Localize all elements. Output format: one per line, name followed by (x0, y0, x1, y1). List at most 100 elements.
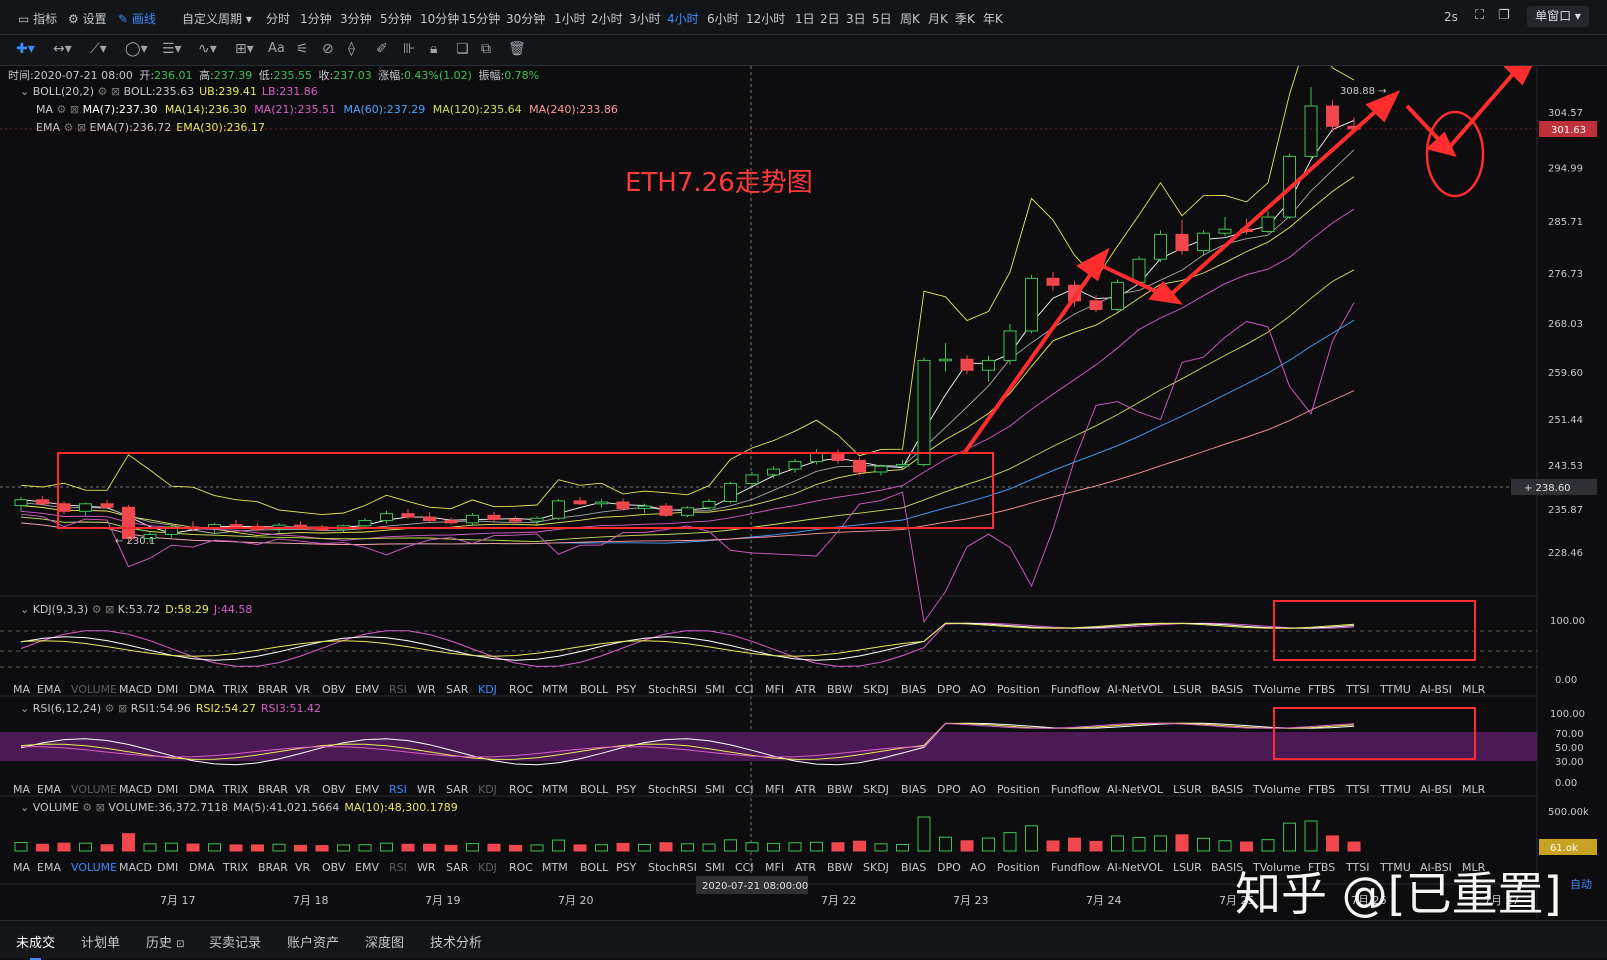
indicator-tab-atr[interactable]: ATR (795, 783, 816, 796)
indicator-tab-ttsi[interactable]: TTSI (1345, 683, 1369, 696)
period-16[interactable]: 5日 (872, 10, 892, 27)
period-14[interactable]: 2日 (820, 10, 840, 27)
indicator-tab-roc[interactable]: ROC (509, 683, 533, 696)
indicator-tab-dma[interactable]: DMA (189, 783, 215, 796)
indicator-tab-roc[interactable]: ROC (509, 783, 533, 796)
trendline-icon[interactable]: ⟋▾ (90, 41, 107, 57)
period-6[interactable]: 30分钟 (506, 10, 545, 27)
indicator-tab-trix[interactable]: TRIX (222, 861, 249, 874)
tab-trades[interactable]: 买卖记录 (209, 932, 261, 951)
period-3[interactable]: 5分钟 (380, 10, 412, 27)
indicator-tab-obv[interactable]: OBV (322, 783, 346, 796)
refresh-interval[interactable]: 2s (1444, 10, 1458, 24)
pattern-icon[interactable]: ⊪ (403, 41, 415, 57)
indicator-tab-mlr[interactable]: MLR (1462, 783, 1486, 796)
period-5[interactable]: 15分钟 (461, 10, 500, 27)
indicator-tab-tvolume[interactable]: TVolume (1252, 683, 1301, 696)
indicator-tab-position[interactable]: Position (997, 783, 1040, 796)
chart-area[interactable]: 时间:2020-07-21 08:00 开:236.01 高:237.39 低:… (0, 24, 1607, 919)
indicator-tab-bbw[interactable]: BBW (827, 683, 853, 696)
tab-plan-orders[interactable]: 计划单 (81, 932, 120, 951)
indicator-tab-dmi[interactable]: DMI (157, 683, 178, 696)
indicator-tab-rsi[interactable]: RSI (389, 861, 407, 874)
indicator-tab-psy[interactable]: PSY (616, 783, 637, 796)
period-8[interactable]: 2小时 (591, 10, 623, 27)
indicator-tab-ao[interactable]: AO (970, 683, 986, 696)
indicator-tab-ttmu[interactable]: TTMU (1379, 783, 1411, 796)
auto-scale-button[interactable]: 自动 (1570, 878, 1592, 891)
indicator-tab-vr[interactable]: VR (295, 683, 311, 696)
indicator-tab-kdj[interactable]: KDJ (478, 783, 497, 796)
period-15[interactable]: 3日 (846, 10, 866, 27)
indicator-tab-atr[interactable]: ATR (795, 861, 816, 874)
indicator-tab-volume[interactable]: VOLUME (71, 861, 117, 874)
indicator-tab-dma[interactable]: DMA (189, 861, 215, 874)
indicator-tab-vr[interactable]: VR (295, 783, 311, 796)
indicator-tab-wr[interactable]: WR (417, 861, 436, 874)
indicator-tab-ema[interactable]: EMA (37, 861, 61, 874)
hline-icon[interactable]: ↔▾ (53, 41, 72, 57)
period-0[interactable]: 分时 (266, 10, 290, 27)
fullscreen-icon[interactable]: ⛶ (1475, 8, 1484, 23)
wave-icon[interactable]: ∿▾ (198, 41, 217, 57)
chart-svg[interactable]: 时间:2020-07-21 08:00 开:236.01 高:237.39 低:… (0, 24, 1607, 919)
indicator-tab-cci[interactable]: CCI (735, 783, 754, 796)
indicator-tab-dma[interactable]: DMA (189, 683, 215, 696)
indicator-tab-bias[interactable]: BIAS (901, 683, 926, 696)
indicator-tab-fundflow[interactable]: Fundflow (1051, 683, 1100, 696)
period-4[interactable]: 10分钟 (420, 10, 459, 27)
period-18[interactable]: 月K (928, 10, 948, 27)
indicator-tab-position[interactable]: Position (997, 683, 1040, 696)
indicator-tab-rsi[interactable]: RSI (389, 783, 407, 796)
crosshair-icon[interactable]: ✚▾ (16, 41, 35, 57)
indicator-tab-ai-netvol[interactable]: AI-NetVOL (1107, 861, 1164, 874)
indicator-tab-position[interactable]: Position (997, 861, 1040, 874)
indicator-tab-smi[interactable]: SMI (705, 861, 725, 874)
indicator-tab-cci[interactable]: CCI (735, 861, 754, 874)
indicator-tab-atr[interactable]: ATR (795, 683, 816, 696)
period-13[interactable]: 1日 (795, 10, 815, 27)
tab-assets[interactable]: 账户资产 (287, 932, 339, 951)
indicator-tab-bias[interactable]: BIAS (901, 861, 926, 874)
indicator-tab-ftbs[interactable]: FTBS (1308, 783, 1335, 796)
indicator-tab-macd[interactable]: MACD (119, 861, 152, 874)
period-12[interactable]: 12小时 (746, 10, 785, 27)
popout-icon[interactable]: ❐ (1498, 8, 1510, 23)
indicator-tab-ma[interactable]: MA (13, 683, 30, 696)
indicator-tab-fundflow[interactable]: Fundflow (1051, 783, 1100, 796)
period-19[interactable]: 季K (955, 10, 975, 27)
indicator-tab-boll[interactable]: BOLL (580, 783, 609, 796)
indicator-tab-trix[interactable]: TRIX (222, 783, 249, 796)
indicator-tab-skdj[interactable]: SKDJ (863, 783, 889, 796)
indicator-tab-brar[interactable]: BRAR (258, 861, 288, 874)
period-10[interactable]: 4小时 (667, 10, 699, 27)
indicator-tab-mtm[interactable]: MTM (542, 783, 568, 796)
indicator-tab-dpo[interactable]: DPO (937, 783, 961, 796)
indicator-tab-mtm[interactable]: MTM (542, 683, 568, 696)
indicator-tab-wr[interactable]: WR (417, 683, 436, 696)
indicators-button[interactable]: ▭ 指标 (18, 10, 57, 27)
indicator-tab-ma[interactable]: MA (13, 783, 30, 796)
indicator-tab-bias[interactable]: BIAS (901, 783, 926, 796)
indicator-tab-ema[interactable]: EMA (37, 783, 61, 796)
indicator-tab-kdj[interactable]: KDJ (478, 683, 497, 696)
indicator-tab-trix[interactable]: TRIX (222, 683, 249, 696)
indicator-tab-vr[interactable]: VR (295, 861, 311, 874)
tab-analysis[interactable]: 技术分析 (430, 932, 482, 951)
indicator-tab-ai-bsi[interactable]: AI-BSI (1420, 783, 1452, 796)
indicator-tab-skdj[interactable]: SKDJ (863, 861, 889, 874)
indicator-tab-emv[interactable]: EMV (355, 861, 379, 874)
grid-tool-icon[interactable]: ⊞▾ (235, 41, 254, 57)
indicator-tab-rsi[interactable]: RSI (389, 683, 407, 696)
indicator-tab-stochrsi[interactable]: StochRSI (648, 861, 697, 874)
period-20[interactable]: 年K (983, 10, 1003, 27)
trash-icon[interactable]: 🗑︎ (508, 41, 526, 57)
indicator-tab-ai-bsi[interactable]: AI-BSI (1420, 683, 1452, 696)
tab-depth[interactable]: 深度图 (365, 932, 404, 951)
indicator-tab-ai-netvol[interactable]: AI-NetVOL (1107, 783, 1164, 796)
indicator-tab-obv[interactable]: OBV (322, 683, 346, 696)
indicator-tab-emv[interactable]: EMV (355, 783, 379, 796)
tab-history[interactable]: 历史 ⊡ (146, 932, 185, 951)
ruler-icon[interactable]: ⟠ (348, 41, 355, 57)
indicator-tab-basis[interactable]: BASIS (1211, 683, 1243, 696)
